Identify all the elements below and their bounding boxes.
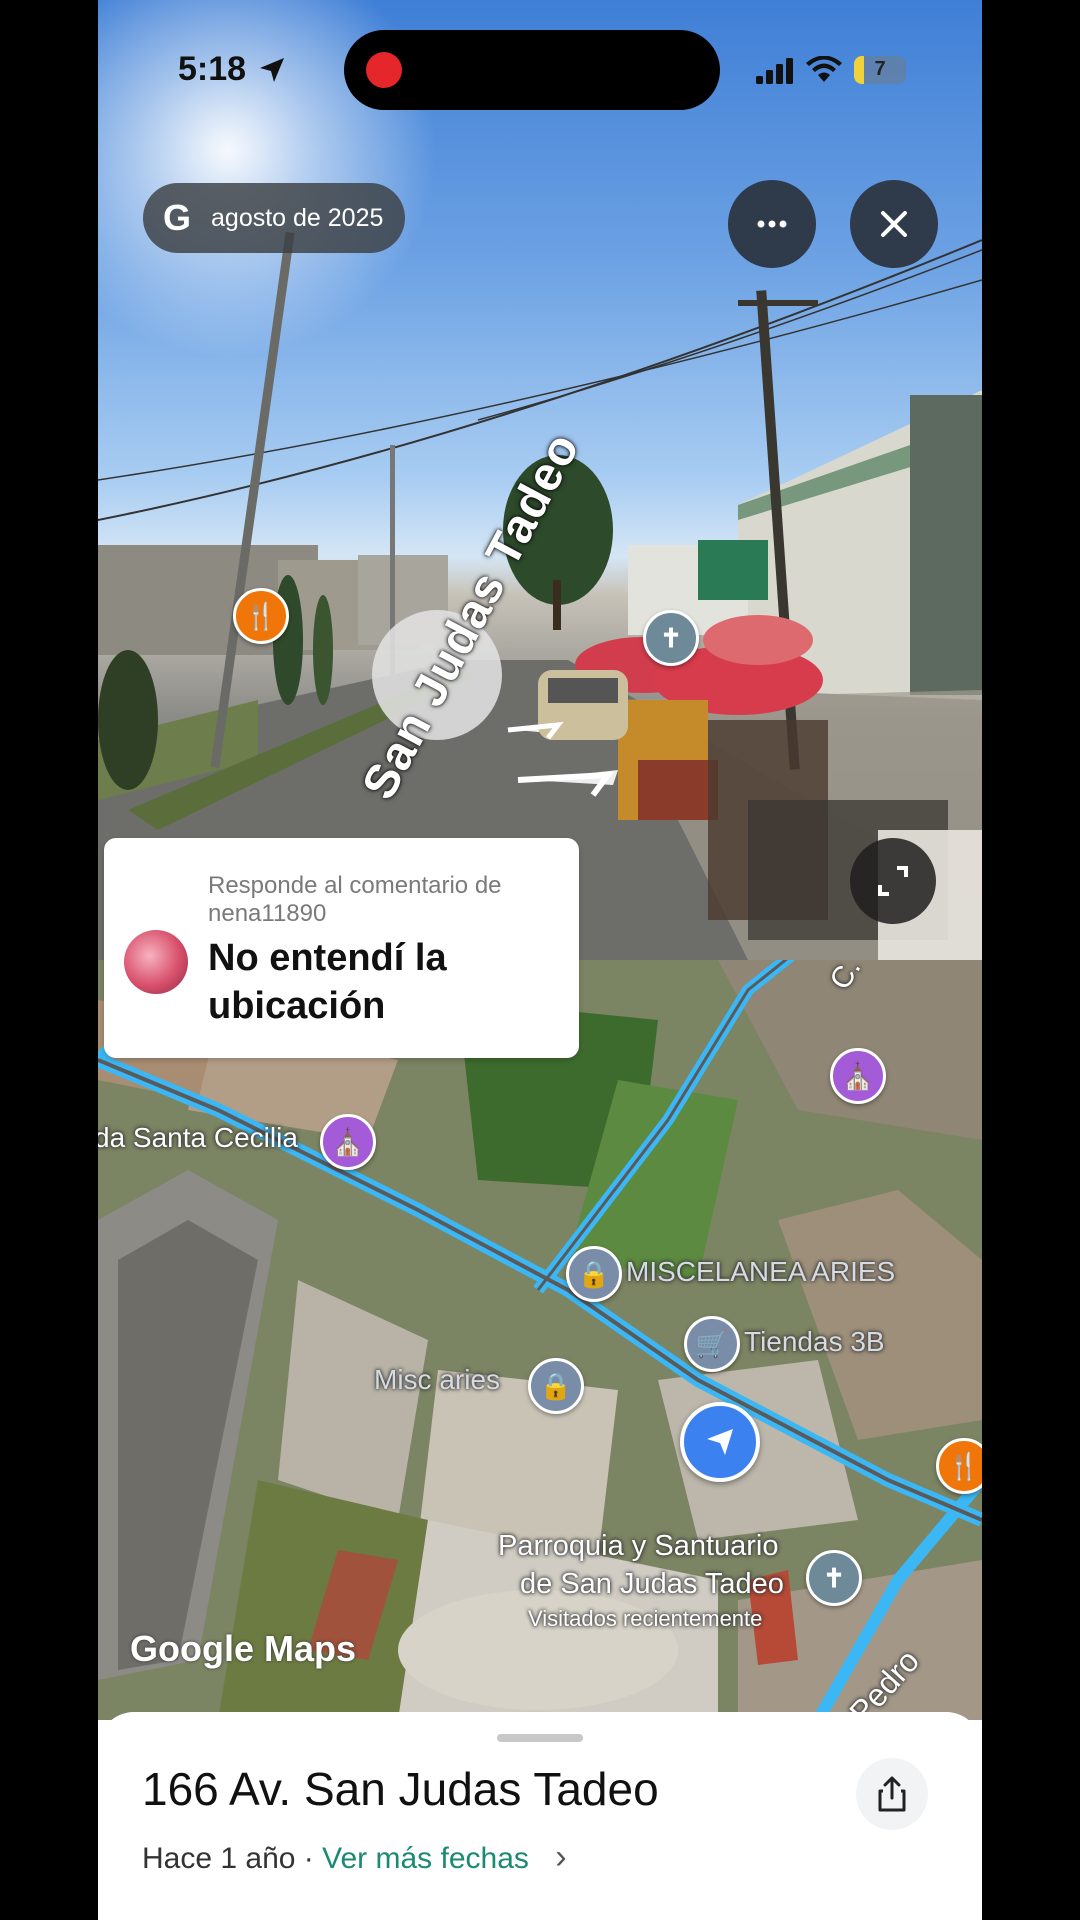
map-label-parroquia-line3: Visitados recientemente	[528, 1606, 763, 1631]
google-maps-watermark: Google Maps	[130, 1628, 357, 1669]
wifi-icon	[806, 56, 842, 82]
restaurant-icon[interactable]: 🍴	[233, 588, 289, 644]
navigation-chevrons-icon[interactable]	[498, 720, 618, 800]
status-time: 5:18	[178, 50, 247, 88]
battery-percentage: 7	[874, 58, 886, 80]
separator: ·	[295, 1842, 323, 1875]
current-location-icon[interactable]	[680, 1402, 760, 1482]
close-icon	[881, 211, 907, 237]
battery-indicator: 7	[854, 56, 906, 84]
shop-icon[interactable]: 🔒	[566, 1246, 622, 1302]
recording-indicator-icon	[366, 52, 402, 88]
map-label-tiendas-3b[interactable]: Tiendas 3B	[744, 1326, 885, 1358]
share-button[interactable]	[856, 1758, 928, 1830]
more-options-button[interactable]	[728, 180, 816, 268]
shopping-cart-icon[interactable]: 🛒	[684, 1316, 740, 1372]
sheet-drag-handle[interactable]	[497, 1734, 583, 1742]
map-label-misc-aries[interactable]: Misc aries	[374, 1364, 500, 1396]
share-icon	[878, 1776, 906, 1812]
comment-text: No entendí la ubicación	[208, 937, 447, 1027]
street-view-panorama[interactable]: 5:18 7 G agosto de 2025 🍴 ✝ San Judas Ta…	[98, 0, 982, 960]
place-bottom-sheet[interactable]: 166 Av. San Judas Tadeo Hace 1 año · Ver…	[98, 1712, 982, 1920]
church-purple-icon[interactable]: ⛪	[320, 1114, 376, 1170]
map-label-parroquia-line2[interactable]: de San Judas Tadeo	[520, 1568, 784, 1601]
more-dates-link[interactable]: Ver más fechas	[322, 1842, 529, 1875]
imagery-date: agosto de 2025	[211, 203, 384, 232]
satellite-map[interactable]: da Santa Cecilia ⛪ ⛪ C. S 🔒 MISCELANEA A…	[98, 960, 982, 1720]
navigation-arrow-icon	[707, 1429, 733, 1455]
place-address: 166 Av. San Judas Tadeo	[142, 1763, 659, 1815]
cellular-signal-icon	[756, 58, 793, 84]
avatar	[124, 930, 188, 994]
church-icon[interactable]: ✝	[643, 610, 699, 666]
close-button[interactable]	[850, 180, 938, 268]
church-purple-icon[interactable]: ⛪	[830, 1048, 886, 1104]
fullscreen-button[interactable]	[850, 838, 936, 924]
fullscreen-icon	[878, 866, 908, 896]
reply-comment-card: Responde al comentario de nena11890 No e…	[104, 838, 579, 1058]
more-options-icon	[757, 220, 787, 228]
church-icon[interactable]: ✝	[806, 1550, 862, 1606]
dynamic-island	[344, 30, 720, 110]
imagery-info-line: Hace 1 año · Ver más fechas ›	[142, 1838, 567, 1877]
shop-icon[interactable]: 🔒	[528, 1358, 584, 1414]
chevron-right-icon[interactable]: ›	[555, 1838, 566, 1876]
map-label-miscelanea-aries[interactable]: MISCELANEA ARIES	[626, 1256, 895, 1288]
location-arrow-icon	[260, 58, 284, 82]
google-logo-icon: G	[163, 197, 192, 238]
map-label-santa-cecilia[interactable]: da Santa Cecilia	[98, 1122, 298, 1154]
phone-screen: 5:18 7 G agosto de 2025 🍴 ✝ San Judas Ta…	[98, 0, 982, 1920]
map-label-parroquia-line1[interactable]: Parroquia y Santuario	[498, 1530, 779, 1563]
reply-to-label: Responde al comentario de nena11890	[208, 872, 502, 927]
imagery-date-pill[interactable]: G agosto de 2025	[143, 183, 406, 253]
time-ago-label: Hace 1 año	[142, 1842, 296, 1875]
